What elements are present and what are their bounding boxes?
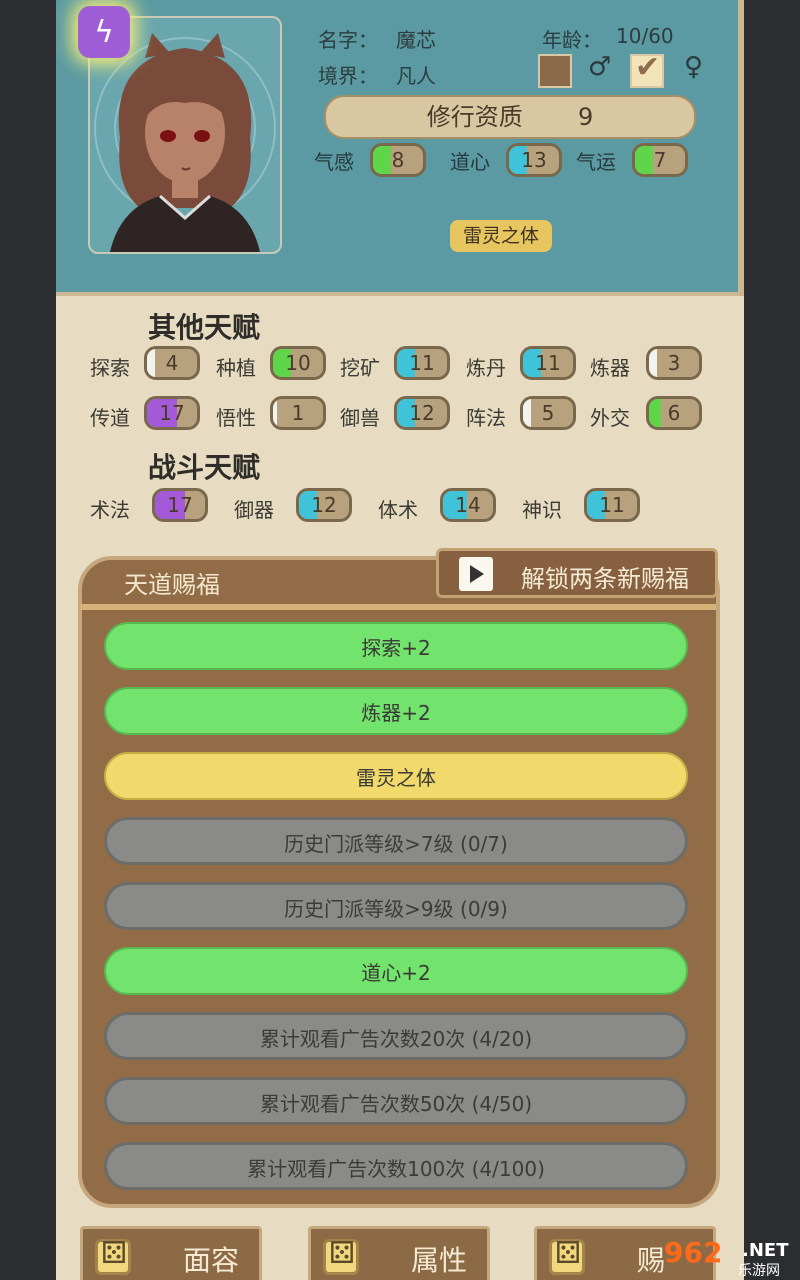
talent-pill: 11 — [520, 346, 576, 380]
stat-pill: 7 — [632, 143, 688, 177]
talent-value: 14 — [455, 493, 481, 517]
blessing-item[interactable]: 道心+2 — [104, 947, 688, 995]
blessing-item[interactable]: 历史门派等级>9级 (0/9) — [104, 882, 688, 930]
talent-label: 神识 — [522, 498, 562, 522]
talent-label: 御器 — [234, 498, 274, 522]
aptitude-bar: 修行资质 9 — [324, 95, 696, 139]
talent-pill: 10 — [270, 346, 326, 380]
blessing-divider — [80, 604, 716, 610]
aptitude-value: 9 — [578, 103, 594, 131]
talent-label: 炼器 — [590, 356, 630, 380]
blessing-item[interactable]: 炼器+2 — [104, 687, 688, 735]
lightning-icon: ϟ — [78, 6, 130, 58]
unlock-blessings-label: 解锁两条新赐福 — [521, 565, 689, 593]
talent-value: 17 — [167, 493, 193, 517]
button-label: 赐 — [637, 1244, 666, 1277]
talent-value: 6 — [667, 401, 681, 425]
talent-label: 种植 — [216, 356, 256, 380]
play-video-icon — [459, 557, 493, 591]
talent-value: 11 — [599, 493, 625, 517]
stat-pill: 8 — [370, 143, 426, 177]
talent-pill: 12 — [394, 396, 450, 430]
watermark-sub: 乐游网 — [738, 1263, 780, 1279]
blessing-item[interactable]: 累计观看广告次数50次 (4/50) — [104, 1077, 688, 1125]
talent-value: 4 — [165, 351, 179, 375]
button-label: 面容 — [183, 1244, 240, 1277]
talent-value: 11 — [535, 351, 561, 375]
dice-icon — [549, 1236, 585, 1275]
talent-label: 挖矿 — [340, 356, 380, 380]
talent-pill: 17 — [152, 488, 208, 522]
character-name: 魔芯 — [396, 28, 436, 52]
talent-pill: 11 — [584, 488, 640, 522]
talent-value: 11 — [409, 351, 435, 375]
talent-pill: 5 — [520, 396, 576, 430]
stat-value: 13 — [521, 148, 547, 172]
blessing-item[interactable]: 历史门派等级>7级 (0/7) — [104, 817, 688, 865]
character-age: 10/60 — [616, 24, 674, 48]
age-label: 年龄： — [542, 28, 602, 52]
combat-talents-title: 战斗天赋 — [148, 451, 261, 484]
male-symbol-icon: ♂ — [588, 52, 612, 82]
dice-icon — [323, 1236, 359, 1275]
talent-value: 5 — [541, 401, 555, 425]
talent-pill: 1 — [270, 396, 326, 430]
talent-pill: 11 — [394, 346, 450, 380]
stat-label: 气感 — [314, 150, 354, 174]
talent-pill: 3 — [646, 346, 702, 380]
talent-pill: 4 — [144, 346, 200, 380]
talent-label: 术法 — [90, 498, 130, 522]
talent-label: 传道 — [90, 406, 130, 430]
character-realm: 凡人 — [396, 64, 436, 88]
female-checkbox[interactable] — [630, 50, 664, 88]
blessing-item[interactable]: 累计观看广告次数20次 (4/20) — [104, 1012, 688, 1060]
male-checkbox[interactable] — [538, 54, 572, 88]
realm-label: 境界： — [318, 64, 378, 88]
talent-label: 外交 — [590, 406, 630, 430]
talent-value: 12 — [409, 401, 435, 425]
female-symbol-icon: ♀ — [684, 52, 704, 82]
stat-label: 气运 — [576, 150, 616, 174]
talent-label: 阵法 — [466, 406, 506, 430]
randomize-attributes-button[interactable]: 属性 — [308, 1226, 490, 1280]
talent-value: 3 — [667, 351, 681, 375]
stat-label: 道心 — [450, 150, 490, 174]
blessing-item[interactable]: 雷灵之体 — [104, 752, 688, 800]
other-talents-title: 其他天赋 — [148, 311, 261, 344]
name-label: 名字： — [318, 28, 378, 52]
stat-value: 8 — [391, 148, 405, 172]
talent-value: 12 — [311, 493, 337, 517]
game-screen: ϟ 名字： 魔芯 境界： 凡人 年龄： 10/60 ♂ ♀ 修行资质 9 气感 … — [56, 0, 744, 1280]
aptitude-label: 修行资质 — [426, 103, 523, 131]
trait-badge[interactable]: 雷灵之体 — [450, 220, 552, 252]
dice-icon — [95, 1236, 131, 1275]
character-panel: ϟ 名字： 魔芯 境界： 凡人 年龄： 10/60 ♂ ♀ 修行资质 9 气感 … — [56, 0, 744, 296]
talent-label: 炼丹 — [466, 356, 506, 380]
blessing-title: 天道赐福 — [124, 571, 220, 599]
talent-label: 悟性 — [216, 406, 256, 430]
talent-pill: 14 — [440, 488, 496, 522]
button-label: 属性 — [411, 1244, 468, 1277]
watermark-suffix: .NET — [742, 1240, 789, 1261]
unlock-blessings-button[interactable]: 解锁两条新赐福 — [436, 548, 718, 598]
talent-label: 御兽 — [340, 406, 380, 430]
watermark-number: 962 — [664, 1236, 723, 1269]
randomize-face-button[interactable]: 面容 — [80, 1226, 262, 1280]
stat-pill: 13 — [506, 143, 562, 177]
blessing-item[interactable]: 探索+2 — [104, 622, 688, 670]
talent-label: 探索 — [90, 356, 130, 380]
talent-pill: 17 — [144, 396, 200, 430]
blessing-item[interactable]: 累计观看广告次数100次 (4/100) — [104, 1142, 688, 1190]
talent-label: 体术 — [378, 498, 418, 522]
site-watermark: 962 .NET 乐游网 — [664, 1236, 800, 1280]
talent-value: 1 — [291, 401, 305, 425]
talent-value: 10 — [285, 351, 311, 375]
talent-pill: 12 — [296, 488, 352, 522]
stat-value: 7 — [653, 148, 667, 172]
talent-value: 17 — [159, 401, 185, 425]
talent-pill: 6 — [646, 396, 702, 430]
